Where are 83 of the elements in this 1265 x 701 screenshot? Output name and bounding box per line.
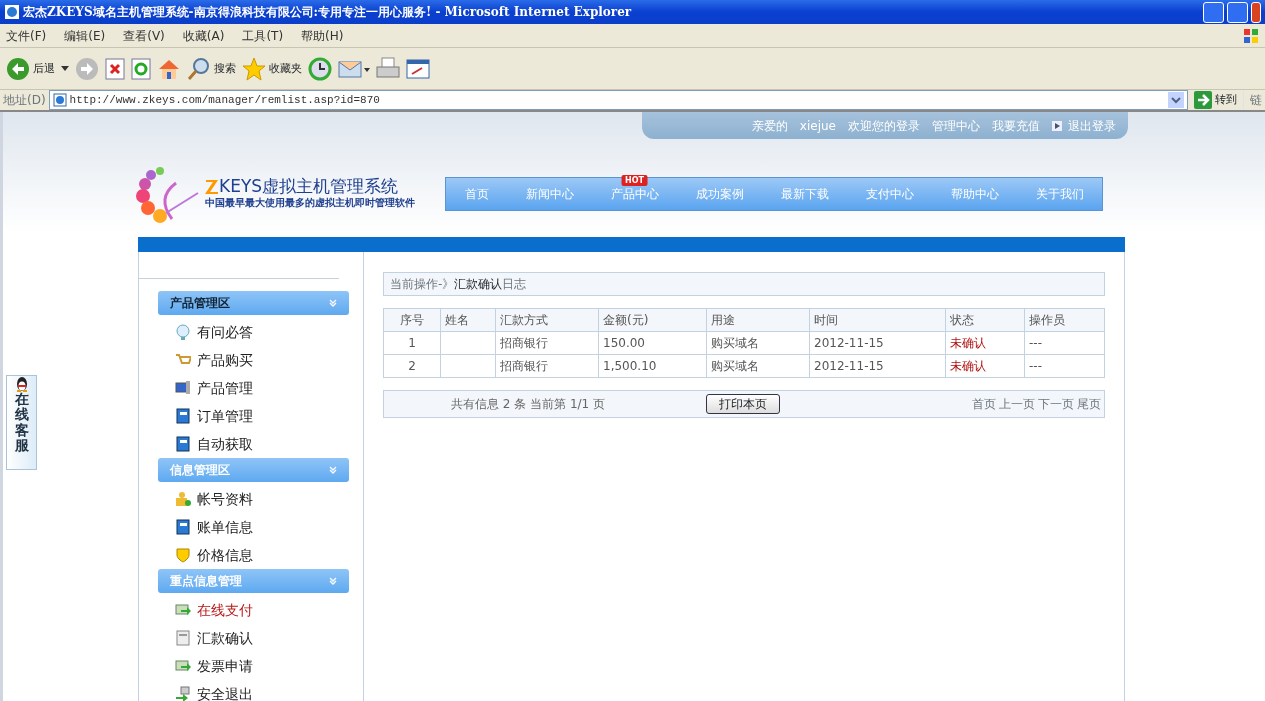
table-cell: 购买域名 <box>706 354 810 378</box>
menu-item[interactable]: 收藏(A) <box>182 26 225 45</box>
menu-item[interactable]: 帮助(H) <box>301 26 344 45</box>
sidebar-link[interactable]: 自动获取 <box>175 430 363 458</box>
search-button[interactable]: 搜索 <box>187 56 236 81</box>
sidebar-link[interactable]: 安全退出 <box>175 680 363 701</box>
links-button[interactable]: 链 <box>1243 91 1262 109</box>
breadcrumb-text: 当前操作-》汇款确认日志 <box>390 276 527 293</box>
sidebar-link[interactable]: 发票申请 <box>175 652 363 680</box>
back-button[interactable]: 后退 <box>6 56 55 81</box>
chat-tab[interactable]: 在线客服 <box>6 375 37 470</box>
chevron-down-icon <box>329 466 337 474</box>
chevron-down-icon <box>329 577 337 585</box>
welcome-text: 欢迎您的登录 <box>848 117 920 135</box>
column-header: 序号 <box>383 308 441 332</box>
address-field[interactable]: http://www.zkeys.com/manager/remlist.asp?id=870 <box>48 90 1188 110</box>
window-title: 宏杰ZKEYS域名主机管理系统-南京得浪科技有限公司:专用专注一用心服务! - Microsoft Internet Explorer <box>23 4 633 21</box>
column-header: 状态 <box>945 308 1025 332</box>
table-cell: 未确认 <box>945 354 1025 378</box>
sidebar-link[interactable]: 账单信息 <box>175 513 363 541</box>
stop-icon[interactable] <box>105 57 125 80</box>
minimize-button[interactable] <box>1203 1 1224 23</box>
greeting-text: 亲爱的 <box>751 117 788 135</box>
table-cell: --- <box>1024 331 1105 355</box>
restore-button[interactable] <box>1227 1 1248 23</box>
menu-item[interactable]: 编辑(E) <box>64 26 106 45</box>
pager-link[interactable]: 下一页 <box>1038 395 1074 413</box>
printer-icon[interactable] <box>376 56 400 81</box>
sidebar-link[interactable]: 帐号资料 <box>175 485 363 513</box>
refresh-icon[interactable] <box>131 57 151 80</box>
column-header: 姓名 <box>440 308 496 332</box>
sidebar-link[interactable]: 汇款确认 <box>175 624 363 652</box>
column-header: 用途 <box>706 308 810 332</box>
table-cell: 招商银行 <box>495 354 599 378</box>
table-cell: 1,500.10 <box>598 354 707 378</box>
table-cell: 2 <box>383 354 441 378</box>
pager-link[interactable]: 上一页 <box>999 395 1035 413</box>
table-cell: 购买域名 <box>706 331 810 355</box>
home-icon[interactable] <box>157 57 181 80</box>
table-cell: 2012-11-15 <box>809 354 946 378</box>
play-icon <box>1052 120 1062 131</box>
sidebar-link[interactable]: 订单管理 <box>175 402 363 430</box>
table-cell: 未确认 <box>945 331 1025 355</box>
sidebar-link[interactable]: 价格信息 <box>175 541 363 569</box>
column-header: 金额(元) <box>598 308 707 332</box>
logo-subtitle: 中国最早最大使用最多的虚拟主机即时管理软件 <box>205 196 415 210</box>
pager-link[interactable]: 尾页 <box>1077 395 1101 413</box>
address-label: 地址(D) <box>3 92 46 109</box>
search-icon <box>187 56 211 81</box>
close-button[interactable] <box>1251 1 1261 23</box>
sidebar-link[interactable]: 产品购买 <box>175 346 363 374</box>
go-arrow-icon <box>1194 91 1212 109</box>
table-cell: 1 <box>383 331 441 355</box>
logo-z-icon <box>205 179 219 195</box>
menu-item[interactable]: 工具(T) <box>242 26 284 45</box>
sidebar-link[interactable]: 产品管理 <box>175 374 363 402</box>
print-button[interactable]: 打印本页 <box>706 394 780 414</box>
column-header: 操作员 <box>1024 308 1105 332</box>
windows-logo-icon <box>1243 27 1259 44</box>
hot-badge: HOT <box>621 175 648 186</box>
section-header[interactable]: 产品管理区 <box>158 291 349 315</box>
sidebar-link[interactable]: 有问必答 <box>175 318 363 346</box>
star-icon <box>242 56 266 81</box>
menu-item[interactable]: 文件(F) <box>6 26 47 45</box>
pager-info: 共有信息 2 条 当前第 1/1 页 <box>451 396 607 413</box>
logo-title: KEYS虚拟主机管理系统 <box>219 178 399 195</box>
table-cell: 150.00 <box>598 331 707 355</box>
table-cell: 2012-11-15 <box>809 331 946 355</box>
table-cell: --- <box>1024 354 1105 378</box>
pager-link[interactable]: 首页 <box>972 395 996 413</box>
column-header: 汇款方式 <box>495 308 599 332</box>
dropdown-caret-icon[interactable] <box>61 65 69 72</box>
sidebar-link[interactable]: 在线支付 <box>175 596 363 624</box>
penguin-icon <box>14 376 29 392</box>
go-button[interactable]: 转到 <box>1191 91 1240 109</box>
history-icon[interactable] <box>308 56 332 81</box>
chevron-down-icon <box>329 299 337 307</box>
username: xiejue <box>799 117 836 135</box>
edit-icon[interactable] <box>406 57 430 80</box>
table-cell: 招商银行 <box>495 331 599 355</box>
favorites-button[interactable]: 收藏夹 <box>242 56 302 81</box>
menu-item[interactable]: 查看(V) <box>123 26 165 45</box>
column-header: 时间 <box>809 308 946 332</box>
